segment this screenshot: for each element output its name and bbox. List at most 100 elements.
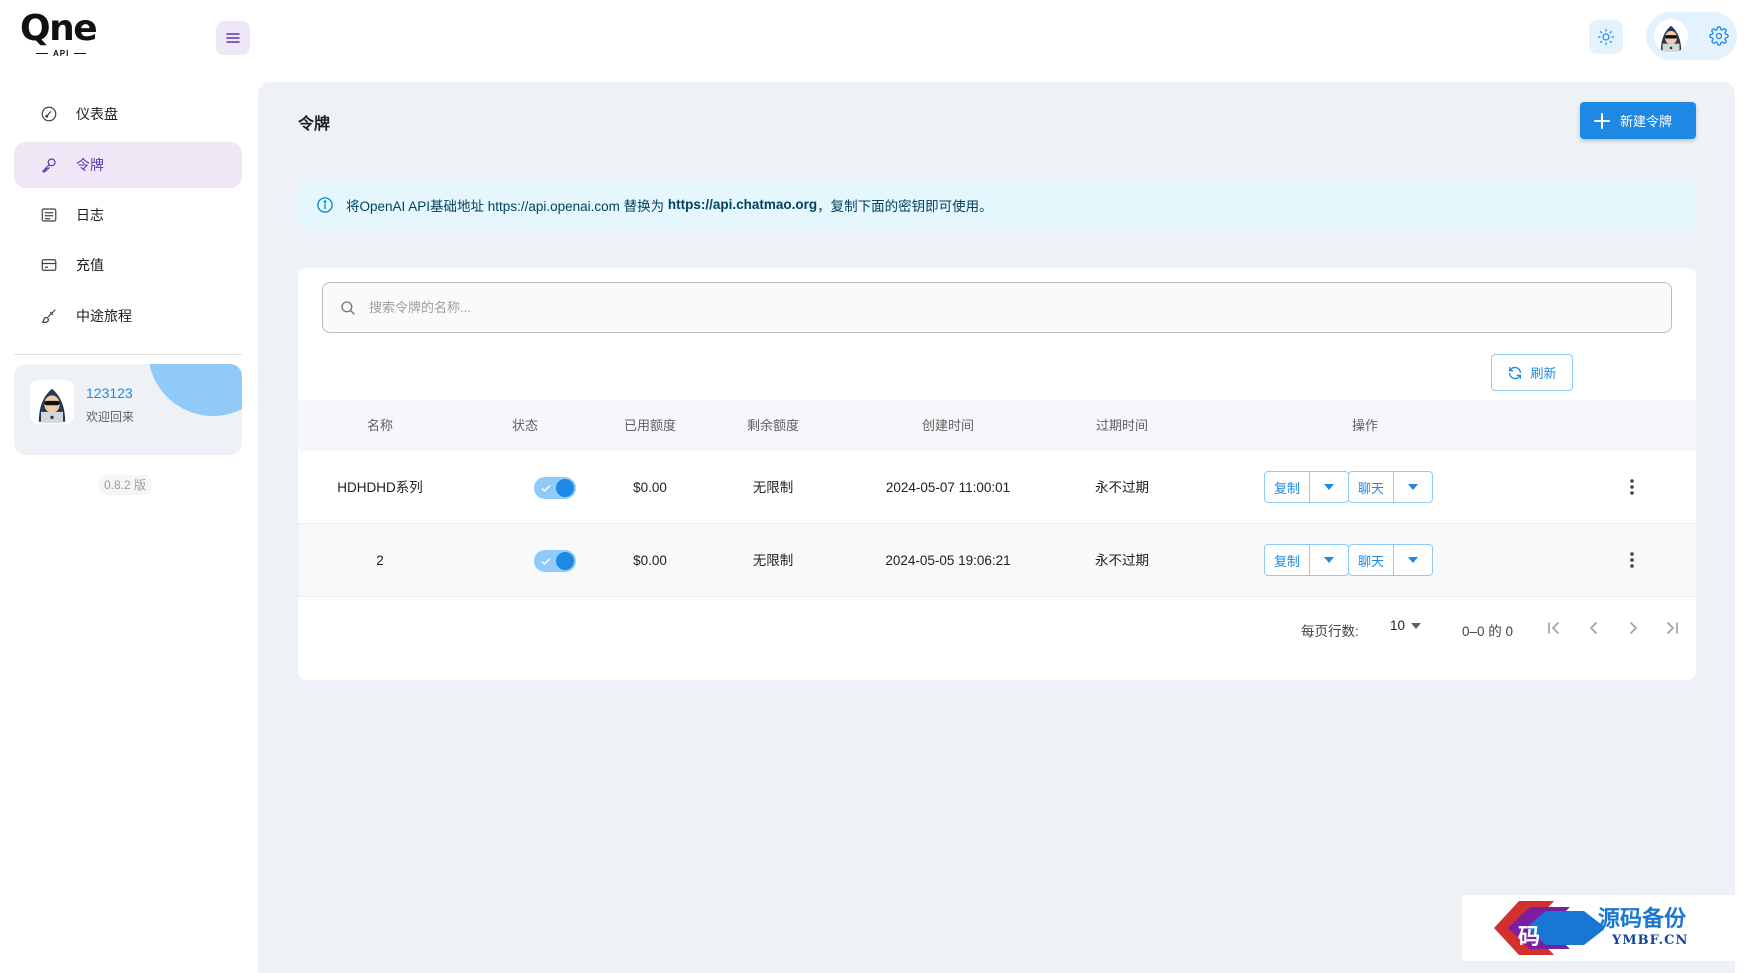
notice-prefix: 将OpenAI API基础地址 https://api.openai.com 替… bbox=[346, 198, 668, 214]
table-row: HDHDHD系列 $0.00 无限制 2024-05-07 11:00:01 永… bbox=[298, 451, 1696, 524]
rows-per-page-select[interactable]: 10 bbox=[1390, 618, 1422, 633]
main-content: 令牌 新建令牌 将OpenAI API基础地址 https://api.open… bbox=[258, 82, 1735, 973]
more-vert-icon bbox=[1630, 479, 1634, 495]
gear-icon bbox=[1709, 26, 1729, 46]
sidebar-item-topup[interactable]: 充值 bbox=[14, 242, 242, 288]
used-quota: $0.00 bbox=[633, 480, 667, 495]
status-toggle[interactable] bbox=[534, 477, 576, 499]
column-header: 状态 bbox=[511, 418, 539, 433]
tokens-card: 刷新 名称 状态 已用额度 剩余额度 创建时间 过期时间 操作 HDHDHD系列… bbox=[298, 268, 1696, 680]
chevron-right-icon bbox=[1625, 620, 1641, 636]
copy-button[interactable]: 复制 bbox=[1265, 472, 1310, 502]
notice-suffix: ，复制下面的密钥即可使用。 bbox=[817, 198, 993, 214]
chat-options-button[interactable] bbox=[1394, 545, 1432, 575]
page-range: 0–0 的 0 bbox=[1462, 624, 1514, 639]
user-card: 123123 欢迎回来 bbox=[14, 364, 242, 455]
check-icon bbox=[540, 555, 552, 567]
sidebar-item-dashboard[interactable]: 仪表盘 bbox=[14, 91, 242, 137]
sidebar-item-midjourney[interactable]: 中途旅程 bbox=[14, 293, 242, 339]
chevron-left-icon bbox=[1586, 620, 1602, 636]
sidebar-item-label: 令牌 bbox=[76, 157, 104, 173]
remaining-quota: 无限制 bbox=[752, 480, 794, 495]
last-page-icon bbox=[1664, 620, 1680, 636]
status-toggle[interactable] bbox=[534, 550, 576, 572]
new-token-label: 新建令牌 bbox=[1620, 114, 1673, 129]
copy-split-button: 复制 bbox=[1264, 471, 1349, 503]
user-card-decoration bbox=[148, 364, 242, 416]
copy-button[interactable]: 复制 bbox=[1265, 545, 1310, 575]
avatar bbox=[1654, 19, 1688, 53]
copy-split-button: 复制 bbox=[1264, 544, 1349, 576]
chat-button[interactable]: 聊天 bbox=[1349, 472, 1394, 502]
rows-per-page-label: 每页行数: bbox=[1301, 624, 1359, 639]
caret-down-icon bbox=[1324, 557, 1334, 563]
caret-down-icon bbox=[1408, 484, 1418, 490]
page-title: 令牌 bbox=[298, 116, 331, 133]
table-header: 名称 状态 已用额度 剩余额度 创建时间 过期时间 操作 bbox=[298, 400, 1696, 451]
log-icon bbox=[38, 204, 60, 226]
more-actions-button[interactable] bbox=[1620, 548, 1644, 572]
last-page-button[interactable] bbox=[1658, 614, 1686, 642]
welcome-text: 欢迎回来 bbox=[86, 410, 135, 424]
profile-menu-button[interactable] bbox=[1646, 12, 1737, 60]
card-icon bbox=[38, 254, 60, 276]
more-actions-button[interactable] bbox=[1620, 475, 1644, 499]
expire-time: 永不过期 bbox=[1095, 553, 1149, 568]
check-icon bbox=[540, 482, 552, 494]
dashboard-icon bbox=[38, 103, 60, 125]
refresh-icon bbox=[1507, 365, 1523, 381]
chat-options-button[interactable] bbox=[1394, 472, 1432, 502]
plus-icon bbox=[1594, 112, 1610, 129]
first-page-icon bbox=[1546, 620, 1562, 636]
column-header: 操作 bbox=[1351, 418, 1379, 433]
column-header: 过期时间 bbox=[1095, 418, 1149, 433]
notice-url[interactable]: https://api.chatmao.org bbox=[668, 197, 817, 212]
sidebar-item-logs[interactable]: 日志 bbox=[14, 192, 242, 238]
sidebar-divider bbox=[14, 354, 242, 355]
brush-icon bbox=[38, 305, 60, 327]
menu-toggle-button[interactable] bbox=[216, 21, 250, 55]
theme-toggle-button[interactable] bbox=[1589, 20, 1623, 54]
used-quota: $0.00 bbox=[633, 553, 667, 568]
token-name: HDHDHD系列 bbox=[337, 480, 423, 495]
copy-options-button[interactable] bbox=[1310, 472, 1348, 502]
expire-time: 永不过期 bbox=[1095, 480, 1149, 495]
watermark-logo: 码 源码备份 YMBF.CN bbox=[1462, 895, 1742, 961]
sidebar-item-tokens[interactable]: 令牌 bbox=[14, 142, 242, 188]
next-page-button[interactable] bbox=[1619, 614, 1647, 642]
sun-icon bbox=[1597, 28, 1615, 46]
sidebar-item-label: 仪表盘 bbox=[76, 106, 118, 122]
created-time: 2024-05-05 19:06:21 bbox=[885, 553, 1011, 568]
sidebar-item-label: 中途旅程 bbox=[76, 308, 132, 324]
search-field[interactable] bbox=[322, 282, 1672, 333]
more-vert-icon bbox=[1630, 552, 1634, 568]
new-token-button[interactable]: 新建令牌 bbox=[1580, 102, 1696, 139]
logo-subtitle: API bbox=[20, 49, 106, 58]
prev-page-button[interactable] bbox=[1580, 614, 1608, 642]
info-alert: 将OpenAI API基础地址 https://api.openai.com 替… bbox=[298, 181, 1696, 228]
remaining-quota: 无限制 bbox=[752, 553, 794, 568]
avatar bbox=[30, 380, 74, 424]
sidebar-item-label: 充值 bbox=[76, 257, 104, 273]
column-header: 剩余额度 bbox=[746, 418, 800, 433]
first-page-button[interactable] bbox=[1540, 614, 1568, 642]
rows-per-page-value: 10 bbox=[1390, 618, 1406, 633]
caret-down-icon bbox=[1411, 622, 1422, 629]
column-header: 创建时间 bbox=[921, 418, 975, 433]
brand-logo[interactable]: Qne API bbox=[20, 10, 106, 62]
chat-button[interactable]: 聊天 bbox=[1349, 545, 1394, 575]
watermark-subtitle: YMBF.CN bbox=[1612, 933, 1689, 948]
logo-text: Qne bbox=[20, 8, 98, 49]
version-badge: 0.8.2 版 bbox=[98, 475, 153, 495]
search-input[interactable] bbox=[369, 300, 1269, 315]
refresh-button[interactable]: 刷新 bbox=[1491, 354, 1573, 391]
column-header: 名称 bbox=[366, 418, 394, 433]
user-name: 123123 bbox=[86, 385, 133, 401]
pagination: 每页行数: 10 0–0 的 0 bbox=[298, 610, 1696, 650]
watermark-title: 源码备份 bbox=[1598, 906, 1687, 932]
logo-sub-text: API bbox=[53, 49, 70, 58]
table-row: 2 $0.00 无限制 2024-05-05 19:06:21 永不过期 复制 … bbox=[298, 524, 1696, 597]
chat-split-button: 聊天 bbox=[1348, 471, 1433, 503]
caret-down-icon bbox=[1324, 484, 1334, 490]
copy-options-button[interactable] bbox=[1310, 545, 1348, 575]
